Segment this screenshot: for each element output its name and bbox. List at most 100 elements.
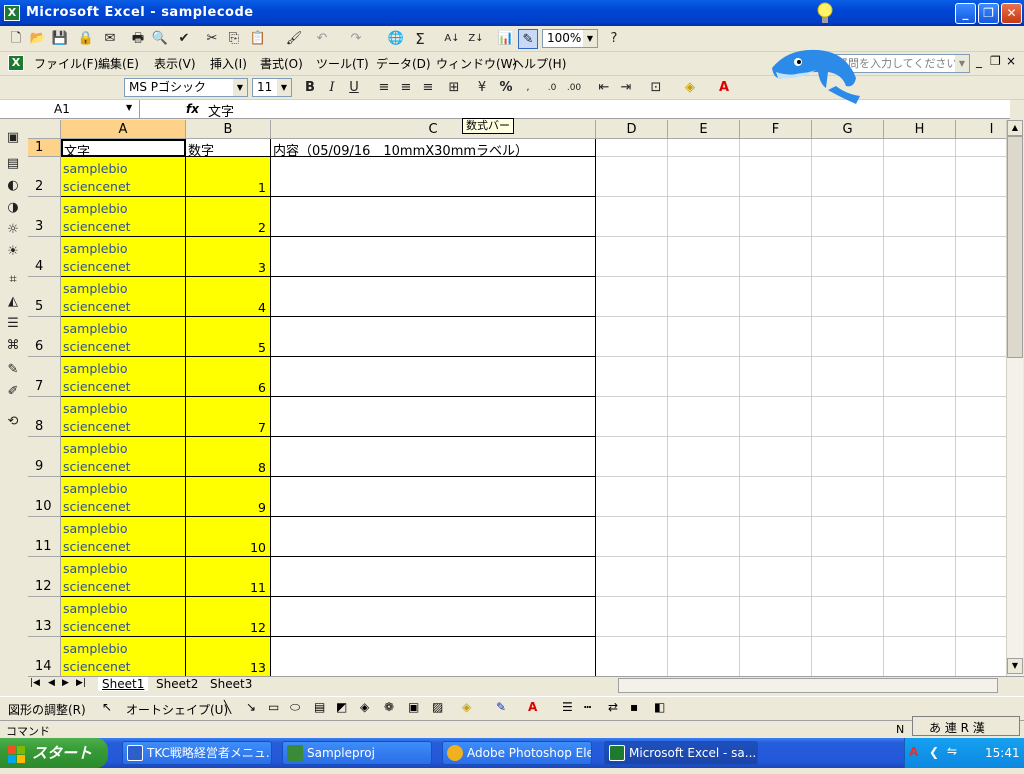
align-right-icon[interactable]: ≡ bbox=[418, 78, 438, 98]
cell-text-label[interactable]: samplebio sciencenet bbox=[61, 277, 186, 317]
scroll-thumb[interactable] bbox=[1007, 136, 1023, 358]
start-button[interactable]: スタート bbox=[0, 738, 108, 768]
cell-empty[interactable] bbox=[956, 517, 1006, 557]
cell-content[interactable] bbox=[271, 597, 596, 637]
cell-text-label[interactable]: samplebio sciencenet bbox=[61, 477, 186, 517]
cell-empty[interactable] bbox=[812, 357, 884, 397]
menu-format[interactable]: 書式(O) bbox=[260, 55, 303, 72]
last-sheet-icon[interactable]: ▶| bbox=[76, 678, 86, 688]
picture-insert-icon[interactable]: ▣ bbox=[408, 700, 419, 714]
arrow-icon[interactable]: ↘ bbox=[246, 700, 256, 714]
cell-empty[interactable] bbox=[668, 637, 740, 676]
row-header[interactable]: 14 bbox=[28, 637, 61, 676]
font-color-icon[interactable]: A bbox=[714, 78, 734, 98]
cell-text-label[interactable]: samplebio sciencenet bbox=[61, 237, 186, 277]
cell-f1[interactable] bbox=[740, 139, 812, 157]
cell-text-label[interactable]: samplebio sciencenet bbox=[61, 397, 186, 437]
email-icon[interactable]: ✉ bbox=[100, 29, 120, 49]
cell-text-label[interactable]: samplebio sciencenet bbox=[61, 317, 186, 357]
cell-empty[interactable] bbox=[668, 317, 740, 357]
column-header-d[interactable]: D bbox=[596, 120, 668, 139]
cell-empty[interactable] bbox=[668, 277, 740, 317]
currency-icon[interactable]: ¥ bbox=[472, 78, 492, 98]
zoom-combo[interactable]: 100% ▼ bbox=[542, 29, 598, 48]
cell-empty[interactable] bbox=[956, 237, 1006, 277]
print-icon[interactable]: 🖶 bbox=[128, 29, 148, 49]
cell-empty[interactable] bbox=[956, 557, 1006, 597]
cell-number[interactable]: 6 bbox=[186, 357, 271, 397]
cell-a1[interactable]: 文字 bbox=[61, 139, 186, 157]
cell-e1[interactable] bbox=[668, 139, 740, 157]
doc-restore-button[interactable]: ❐ bbox=[990, 54, 1001, 68]
column-header-g[interactable]: G bbox=[812, 120, 884, 139]
sheet-tab-3[interactable]: Sheet3 bbox=[206, 677, 256, 691]
underline-icon[interactable]: U bbox=[344, 78, 364, 98]
cell-empty[interactable] bbox=[668, 357, 740, 397]
cell-empty[interactable] bbox=[812, 637, 884, 676]
format-picture-icon[interactable]: ✎ bbox=[3, 360, 23, 380]
menu-file[interactable]: ファイル(F) bbox=[34, 55, 98, 72]
redo-icon[interactable]: ↷ bbox=[346, 29, 366, 49]
wordart-icon[interactable]: ◩ bbox=[336, 700, 347, 714]
row-header[interactable]: 7 bbox=[28, 357, 61, 397]
row-header[interactable]: 13 bbox=[28, 597, 61, 637]
cell-number[interactable]: 2 bbox=[186, 197, 271, 237]
cell-c1[interactable]: 内容（05/09/16 10mmX30mmラベル） bbox=[271, 139, 596, 157]
cell-text-label[interactable]: samplebio sciencenet bbox=[61, 357, 186, 397]
cell-empty[interactable] bbox=[812, 317, 884, 357]
cell-empty[interactable] bbox=[812, 437, 884, 477]
cell-empty[interactable] bbox=[740, 277, 812, 317]
cell-content[interactable] bbox=[271, 277, 596, 317]
help-icon[interactable]: ? bbox=[604, 29, 624, 49]
column-header-e[interactable]: E bbox=[668, 120, 740, 139]
line-icon[interactable]: ╲ bbox=[224, 700, 231, 714]
picture-icon[interactable]: ▣ bbox=[3, 128, 23, 148]
office-assistant-dolphin[interactable] bbox=[768, 38, 864, 110]
cell-empty[interactable] bbox=[812, 197, 884, 237]
menu-help[interactable]: ヘルプ(H) bbox=[512, 55, 566, 72]
cell-empty[interactable] bbox=[884, 237, 956, 277]
cell-number[interactable]: 13 bbox=[186, 637, 271, 676]
autosum-icon[interactable]: Σ bbox=[410, 29, 430, 49]
cell-h1[interactable] bbox=[884, 139, 956, 157]
cell-number[interactable]: 10 bbox=[186, 517, 271, 557]
line-style-icon[interactable]: ☰ bbox=[3, 314, 23, 334]
cell-empty[interactable] bbox=[884, 637, 956, 676]
reset-picture-icon[interactable]: ⟲ bbox=[3, 412, 23, 432]
cell-empty[interactable] bbox=[884, 197, 956, 237]
cell-content[interactable] bbox=[271, 437, 596, 477]
rotate-icon[interactable]: ◭ bbox=[3, 292, 23, 312]
cell-content[interactable] bbox=[271, 197, 596, 237]
chart-wizard-icon[interactable]: 📊 bbox=[496, 29, 516, 49]
cell-g1[interactable] bbox=[812, 139, 884, 157]
cell-empty[interactable] bbox=[956, 157, 1006, 197]
borders-icon[interactable]: ⊡ bbox=[646, 78, 666, 98]
cell-empty[interactable] bbox=[812, 557, 884, 597]
cell-i1[interactable] bbox=[956, 139, 1006, 157]
fx-icon[interactable]: fx bbox=[186, 102, 199, 116]
menu-tools[interactable]: ツール(T) bbox=[316, 55, 369, 72]
cell-empty[interactable] bbox=[668, 237, 740, 277]
cell-empty[interactable] bbox=[596, 277, 668, 317]
cell-empty[interactable] bbox=[596, 237, 668, 277]
cell-content[interactable] bbox=[271, 157, 596, 197]
cell-content[interactable] bbox=[271, 477, 596, 517]
decrease-decimal-icon[interactable]: .00 bbox=[564, 78, 584, 98]
cell-empty[interactable] bbox=[812, 517, 884, 557]
network-icon[interactable]: ⇋ bbox=[947, 744, 957, 758]
crop-icon[interactable]: ⌗ bbox=[3, 270, 23, 290]
drawing-toggle-icon[interactable]: ✎ bbox=[518, 29, 538, 49]
column-header-c[interactable]: C bbox=[271, 120, 596, 139]
cell-empty[interactable] bbox=[596, 637, 668, 676]
line-weight-icon[interactable]: ☰ bbox=[562, 700, 573, 714]
cell-number[interactable]: 9 bbox=[186, 477, 271, 517]
cell-content[interactable] bbox=[271, 237, 596, 277]
menu-data[interactable]: データ(D) bbox=[376, 55, 431, 72]
cell-empty[interactable] bbox=[884, 397, 956, 437]
cell-empty[interactable] bbox=[812, 597, 884, 637]
line-color-icon[interactable]: ✎ bbox=[496, 700, 506, 714]
row-header[interactable]: 12 bbox=[28, 557, 61, 597]
cell-empty[interactable] bbox=[884, 557, 956, 597]
cell-empty[interactable] bbox=[740, 397, 812, 437]
font-combo[interactable]: MS Pゴシック ▼ bbox=[124, 78, 248, 97]
